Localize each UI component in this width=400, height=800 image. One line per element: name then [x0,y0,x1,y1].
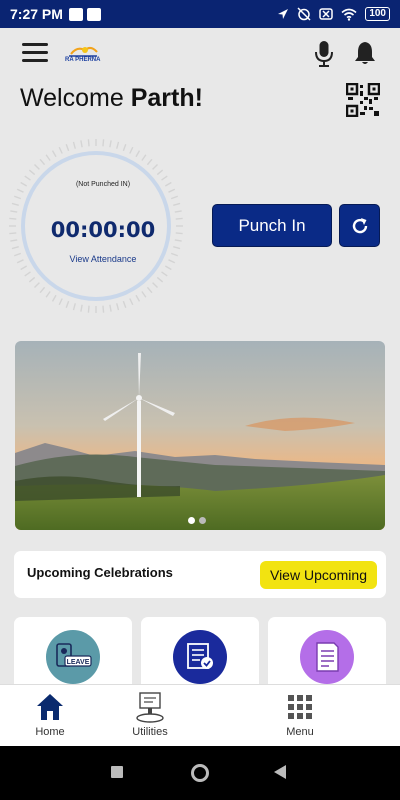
no-sim-icon [319,8,334,20]
nav-home-label: Home [35,726,65,738]
nav-utilities-label: Utilities [132,726,168,738]
notification-icons [68,7,101,21]
notification-bell-icon[interactable] [353,40,377,66]
system-icons: 100 [277,7,390,21]
microphone-icon[interactable] [313,40,335,68]
home-icon [37,694,63,720]
refresh-icon [352,217,367,233]
carousel-dot[interactable] [199,517,206,524]
refresh-button[interactable] [339,204,380,247]
nav-home[interactable]: Home [10,685,90,747]
status-bar: 7:27 PM 100 [0,0,400,28]
carousel-dot[interactable] [188,517,195,524]
bottom-navigation: Home Utilities Menu [0,684,400,746]
checklist-icon [173,630,227,684]
punch-status-text: (Not Punched IN) [75,181,131,188]
work-timer: 00:00:00 [50,218,156,242]
celebrations-title: Upcoming Celebrations [27,565,173,580]
qr-code-icon[interactable] [346,83,380,117]
logo-text: RA PHERNA [65,57,101,63]
celebrations-card: Upcoming Celebrations View Upcoming [14,551,386,598]
notification-icon [68,7,83,21]
nav-menu[interactable]: Menu [260,685,340,747]
puzzle-icon [86,7,101,21]
battery-indicator: 100 [365,7,390,21]
leave-label: LEAVE [67,659,90,666]
utilities-icon [136,692,164,723]
carousel-indicator[interactable] [188,517,206,524]
view-upcoming-button[interactable]: View Upcoming [260,561,377,589]
app-header: RA PHERNA [0,28,400,80]
punch-in-button[interactable]: Punch In [212,204,332,247]
welcome-heading: Welcome Parth! [20,84,203,113]
user-name: Parth! [130,84,203,112]
back-button[interactable] [274,765,286,779]
alarm-off-icon [297,7,311,21]
notes-icon [300,630,354,684]
welcome-greeting: Welcome [20,84,124,112]
menu-hamburger-icon[interactable] [22,43,48,63]
wifi-icon [341,8,357,21]
system-navigation-bar [0,746,400,800]
location-icon [278,9,289,19]
view-attendance-link[interactable]: View Attendance [28,254,178,264]
status-time: 7:27 PM [10,6,63,22]
banner-image[interactable] [15,341,385,530]
nav-utilities[interactable]: Utilities [110,685,190,747]
recent-apps-button[interactable] [111,766,123,778]
nav-menu-label: Menu [286,726,314,738]
home-button[interactable] [191,764,209,782]
leave-icon: LEAVE [46,630,100,684]
grid-icon [288,695,312,719]
